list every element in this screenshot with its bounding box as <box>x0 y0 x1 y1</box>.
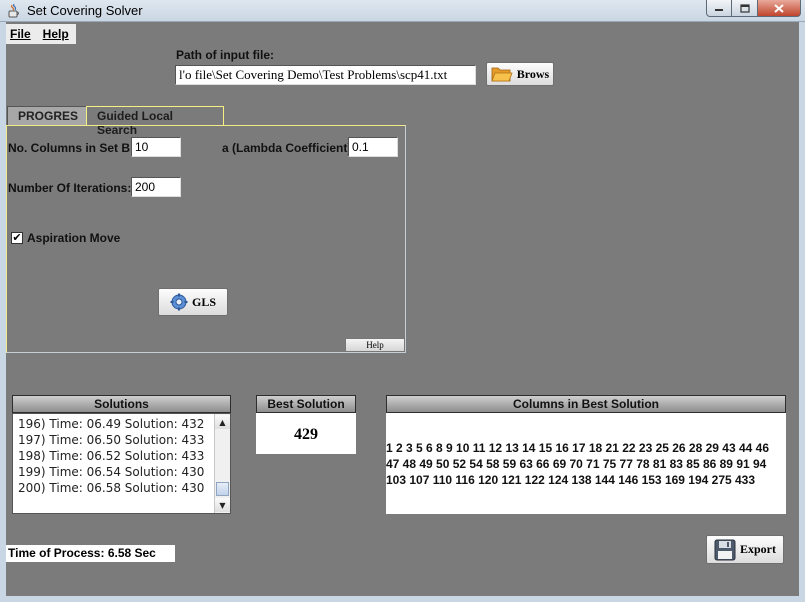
input-path-label: Path of input file: <box>176 48 274 62</box>
best-solution-value: 429 <box>256 413 356 454</box>
export-button[interactable]: Export <box>706 535 784 564</box>
close-button[interactable] <box>758 0 801 17</box>
maximize-button[interactable] <box>732 0 758 17</box>
columns-best-line: 103 107 110 116 120 121 122 124 138 144 … <box>386 473 756 487</box>
input-path-field[interactable]: l'o file\Set Covering Demo\Test Problems… <box>175 65 476 85</box>
browse-button[interactable]: Brows <box>486 62 554 86</box>
minimize-button[interactable] <box>706 0 732 17</box>
title-bar: Set Covering Solver <box>0 0 805 22</box>
columns-best-panel: 1 2 3 5 6 8 9 10 11 12 13 14 15 16 17 18… <box>386 413 786 514</box>
solutions-scrollbar[interactable]: ▲ ▼ <box>214 414 230 513</box>
list-item[interactable]: 200) Time: 06.58 Solution: 430 <box>18 480 204 496</box>
folder-open-icon <box>491 67 513 82</box>
scroll-up-icon[interactable]: ▲ <box>215 415 230 429</box>
solutions-list[interactable]: 196) Time: 06.49 Solution: 432 197) Time… <box>12 413 231 514</box>
export-label: Export <box>740 542 776 556</box>
tab-progres[interactable]: PROGRES <box>7 106 87 125</box>
list-item[interactable]: 196) Time: 06.49 Solution: 432 <box>18 416 204 432</box>
menu-help[interactable]: Help <box>43 27 69 41</box>
list-item[interactable]: 198) Time: 06.52 Solution: 433 <box>18 448 204 464</box>
help-button[interactable]: Help <box>345 338 405 352</box>
gls-run-button[interactable]: GLS <box>158 288 228 316</box>
columns-best-header: Columns in Best Solution <box>386 395 786 413</box>
scroll-thumb[interactable] <box>216 482 229 496</box>
floppy-disk-icon <box>714 539 736 560</box>
lambda-field[interactable]: 0.1 <box>348 137 398 157</box>
list-item[interactable]: 197) Time: 06.50 Solution: 433 <box>18 432 204 448</box>
menu-bar: File Help <box>6 24 76 44</box>
aspiration-checkbox[interactable]: ✔ <box>11 232 23 244</box>
columns-label: No. Columns in Set B: <box>8 141 134 155</box>
process-time-status: Time of Process: 6.58 Sec <box>6 545 175 562</box>
window-border-bottom <box>0 596 805 602</box>
best-solution-header: Best Solution <box>256 395 356 413</box>
columns-field[interactable]: 10 <box>131 137 181 157</box>
iterations-field[interactable]: 200 <box>131 177 181 197</box>
scroll-down-icon[interactable]: ▼ <box>215 498 230 512</box>
window-title: Set Covering Solver <box>27 3 143 18</box>
browse-label: Brows <box>516 66 550 81</box>
window-border-right <box>799 22 805 602</box>
aspiration-label: Aspiration Move <box>27 231 121 245</box>
tab-guided-local-search[interactable]: Guided Local Search <box>86 106 224 137</box>
solutions-header: Solutions <box>12 395 231 413</box>
iterations-label: Number Of Iterations: <box>8 181 132 195</box>
gear-icon <box>170 293 188 311</box>
close-icon <box>774 3 784 13</box>
menu-file[interactable]: File <box>10 27 31 41</box>
maximize-icon <box>739 3 750 13</box>
list-item[interactable]: 199) Time: 06.54 Solution: 430 <box>18 464 204 480</box>
lambda-label: a (Lambda Coefficient): <box>222 141 356 155</box>
java-coffee-icon <box>8 3 19 18</box>
columns-best-line: 1 2 3 5 6 8 9 10 11 12 13 14 15 16 17 18… <box>386 441 770 455</box>
minimize-icon <box>715 9 723 11</box>
gls-run-label: GLS <box>191 294 216 309</box>
columns-best-line: 47 48 49 50 52 54 58 59 63 66 69 70 71 7… <box>386 457 767 471</box>
